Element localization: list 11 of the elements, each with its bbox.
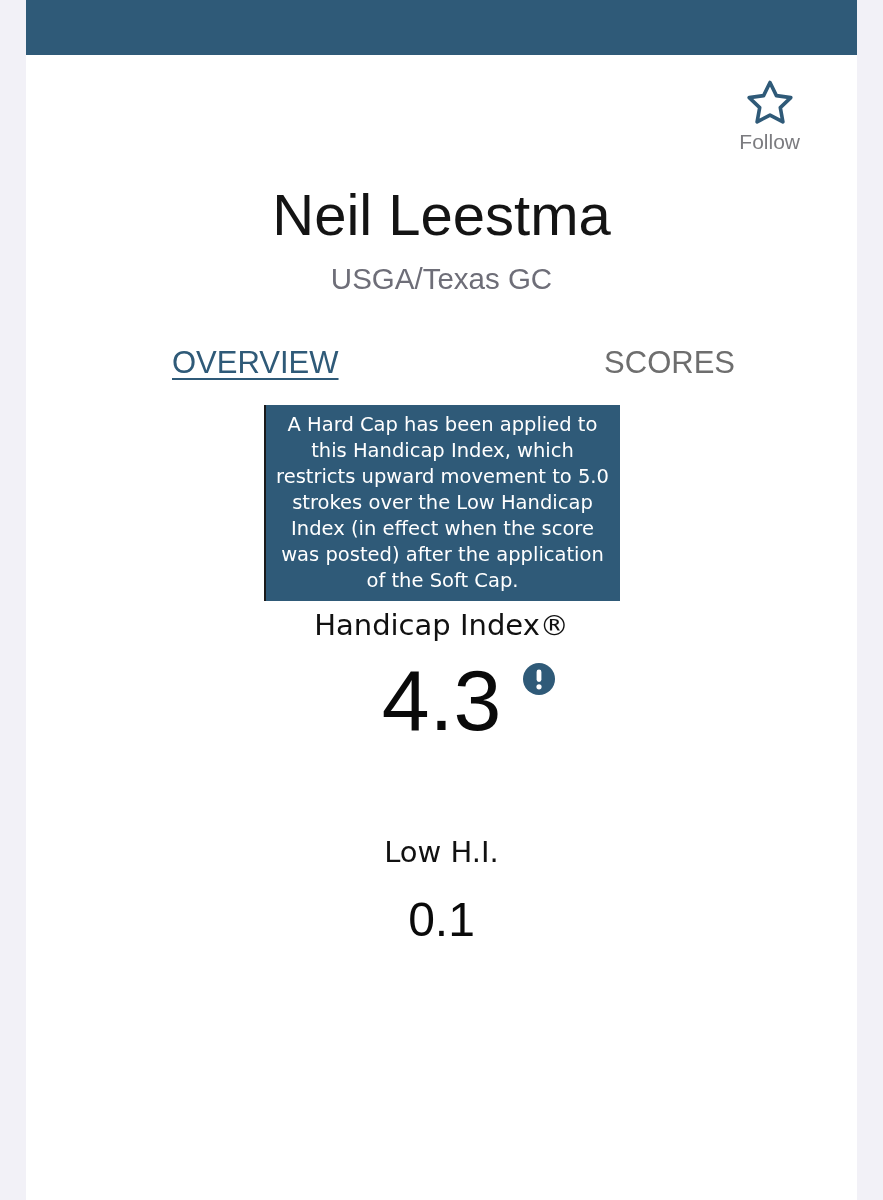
exclamation-icon[interactable]	[523, 663, 556, 695]
hard-cap-tooltip: A Hard Cap has been applied to this Handicap Index, which restricts upward movement to 5.0 strokes over the Low Handicap Index (in effect when the score was posted) after the application of the Soft Cap.	[263, 405, 620, 601]
handicap-index-value: 4.3	[381, 652, 502, 748]
player-name: Neil Leestma	[272, 181, 611, 249]
tab[interactable]: SCORES	[604, 344, 735, 382]
tab[interactable]: OVERVIEW	[172, 344, 339, 382]
association-label: USGA/Texas GC	[330, 261, 553, 297]
handicap-index-label: Handicap Index®	[314, 608, 569, 642]
follow-button[interactable]: Follow	[739, 80, 800, 154]
low-hi-label: Low H.I.	[384, 835, 499, 869]
low-hi-value: 0.1	[408, 892, 475, 948]
